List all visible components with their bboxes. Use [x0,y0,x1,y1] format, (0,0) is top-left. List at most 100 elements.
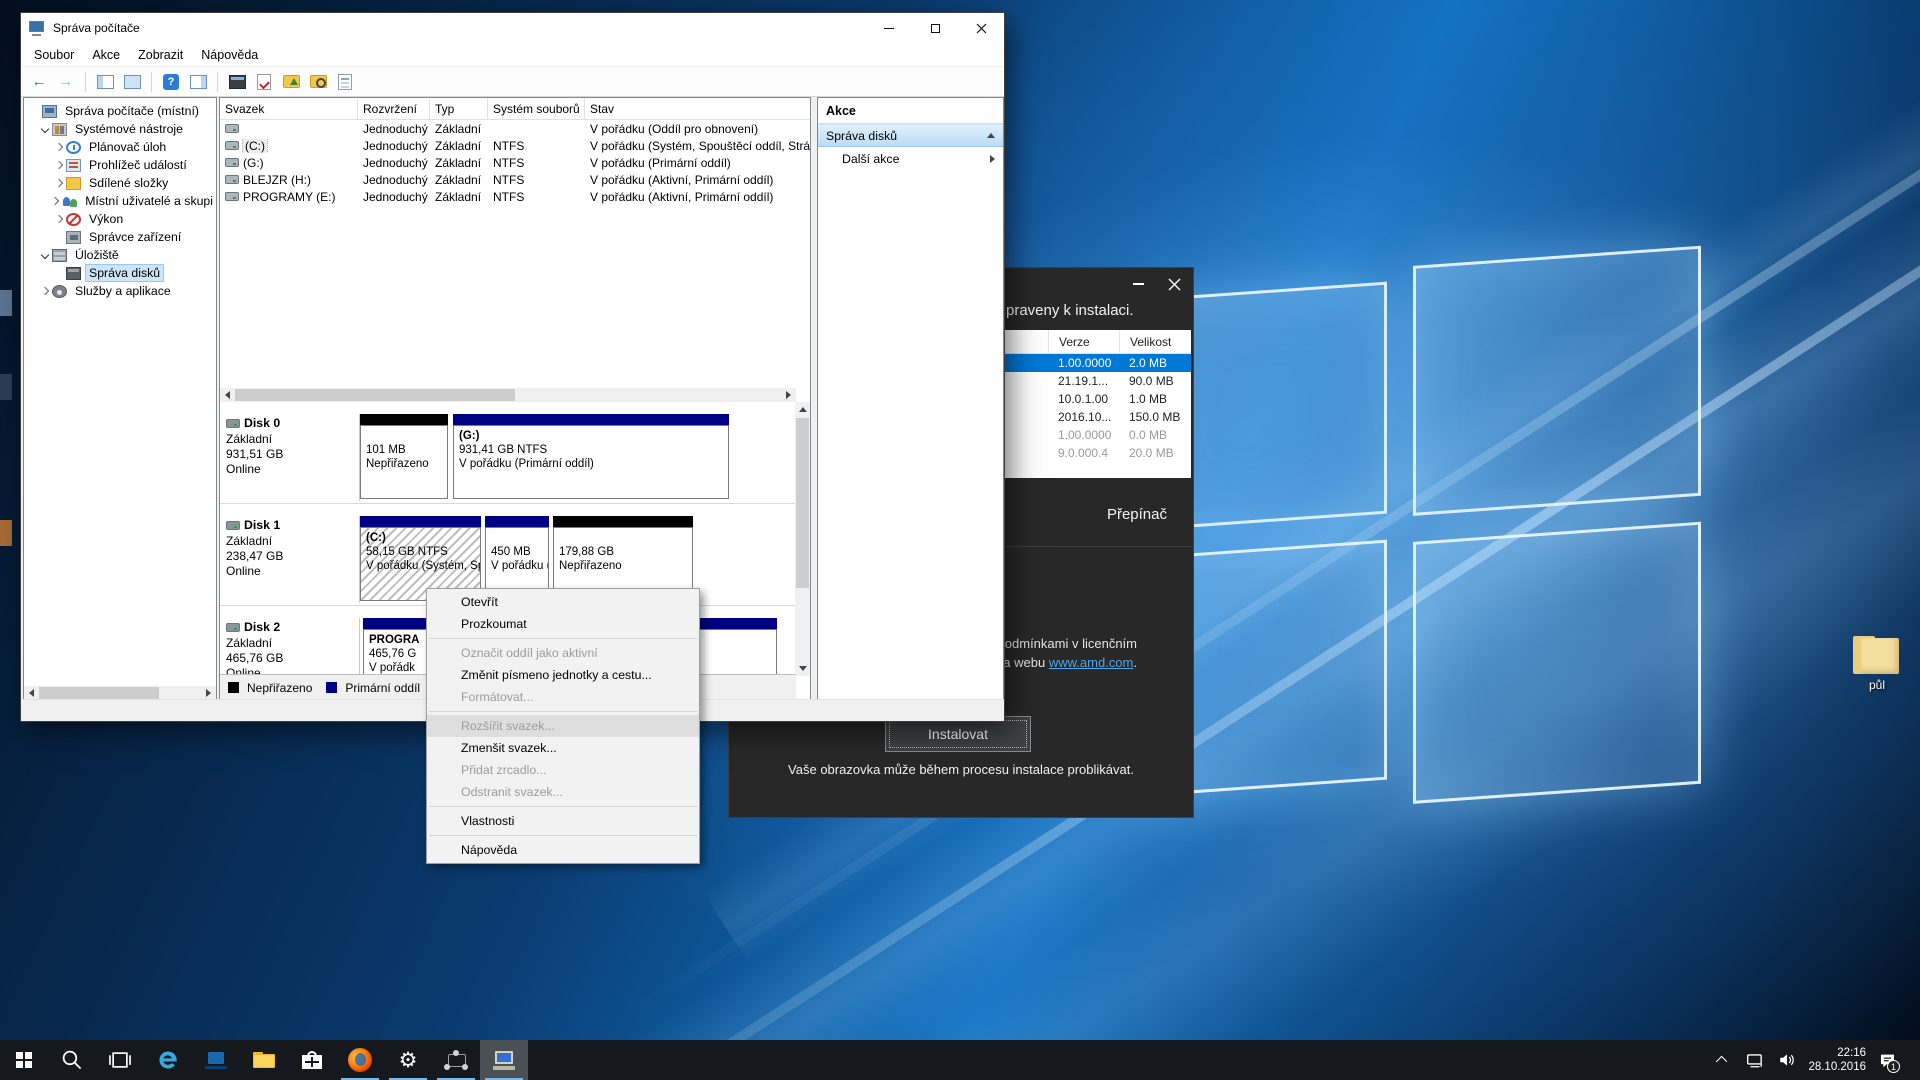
volume-tray-button[interactable] [1776,1040,1798,1080]
chevron-down-icon[interactable] [41,251,49,259]
taskbar: ⚙ 22:16 28.10. [0,1040,1920,1080]
pc-app-button[interactable] [192,1040,240,1080]
tree-item-device-manager[interactable]: Správce zařízení [24,228,216,246]
col-stav[interactable]: Stav [585,98,810,119]
installer-minimize-button[interactable] [1127,274,1149,294]
volume-row[interactable]: JednoduchýZákladní V pořádku (Oddíl pro … [220,120,810,137]
partition-context-menu: Otevřít Prozkoumat Označit oddíl jako ak… [426,588,700,864]
maximize-button[interactable] [912,13,958,43]
tree-item-system-tools[interactable]: Systémové nástroje [24,120,216,138]
tree-item-shared-folders[interactable]: Sdílené složky [24,174,216,192]
action-center-button[interactable]: 1 [1876,1040,1898,1080]
start-button[interactable] [0,1040,48,1080]
amd-website-link[interactable]: www.amd.com [1049,655,1134,670]
installer-close-icon[interactable] [1163,274,1185,294]
volume-row[interactable]: (G:) JednoduchýZákladní NTFSV pořádku (P… [220,154,810,171]
scrollbar-thumb[interactable] [796,418,809,588]
tree-item-storage[interactable]: Úložiště [24,246,216,264]
disk0-label[interactable]: Disk 0 Základní 931,51 GB Online [224,414,360,501]
partition-unallocated[interactable]: 101 MB Nepřiřazeno [360,414,448,499]
chevron-right-icon[interactable] [55,161,63,169]
chevron-right-icon[interactable] [55,215,63,223]
tree-horizontal-scrollbar[interactable] [24,686,216,700]
tree-item-local-users[interactable]: Místní uživatelé a skupi [24,192,216,210]
menu-item-otevrit[interactable]: Otevřít [427,591,699,613]
menu-bar: Soubor Akce Zobrazit Nápověda [21,43,1004,67]
collapse-icon[interactable] [987,133,995,138]
firefox-button[interactable] [336,1040,384,1080]
store-button[interactable] [288,1040,336,1080]
col-system-souboru[interactable]: Systém souborů [488,98,585,119]
menu-item-zmensit-svazek[interactable]: Zmenšit svazek... [427,737,699,759]
tree-item-root[interactable]: Správa počítače (místní) [24,102,216,120]
actions-group-disk-management[interactable]: Správa disků [818,124,1003,147]
disk-vertical-scrollbar[interactable] [795,402,810,676]
menu-akce[interactable]: Akce [83,45,129,65]
network-tray-button[interactable] [1744,1040,1766,1080]
desktop-folder[interactable]: půl [1842,636,1912,692]
console-button[interactable] [225,70,249,94]
volume-row[interactable]: BLEJZR (H:) JednoduchýZákladní NTFSV poř… [220,171,810,188]
edge-button[interactable] [144,1040,192,1080]
scrollbar-thumb[interactable] [39,687,159,699]
properties-button[interactable] [333,70,357,94]
col-typ[interactable]: Typ [430,98,488,119]
disk1-label[interactable]: Disk 1 Základní 238,47 GB Online [224,516,360,603]
menu-item-formatovat: Formátovat... [427,686,699,708]
folder-search-button[interactable] [306,70,330,94]
tree-item-services[interactable]: Služby a aplikace [24,282,216,300]
menu-soubor[interactable]: Soubor [25,45,83,65]
menu-item-zmenit-pismeno[interactable]: Změnit písmeno jednotky a cestu... [427,664,699,686]
close-button[interactable] [958,13,1004,43]
chevron-right-icon[interactable] [41,287,49,295]
menu-napoveda[interactable]: Nápověda [192,45,267,65]
tree-item-task-scheduler[interactable]: Plánovač úloh [24,138,216,156]
forward-button[interactable]: → [54,70,78,94]
menu-item-pridat-zrcadlo: Přidat zrcadlo... [427,759,699,781]
chevron-right-icon[interactable] [55,179,63,187]
desktop-icon-fragment[interactable] [0,374,12,400]
chevron-right-icon[interactable] [55,143,63,151]
computer-management-taskbar-button[interactable] [480,1040,528,1080]
volume-horizontal-scrollbar[interactable] [220,388,796,402]
file-explorer-button[interactable] [240,1040,288,1080]
check-disk-button[interactable] [252,70,276,94]
task-scheduler-icon [66,141,81,154]
minimize-button[interactable] [866,13,912,43]
col-rozvrzeni[interactable]: Rozvržení [358,98,430,119]
volume-row[interactable]: (C:) JednoduchýZákladní NTFSV pořádku (S… [220,137,810,154]
tree-item-event-viewer[interactable]: Prohlížeč událostí [24,156,216,174]
chevron-down-icon[interactable] [41,125,49,133]
menu-item-prozkoumat[interactable]: Prozkoumat [427,613,699,635]
tray-overflow-button[interactable] [1712,1040,1734,1080]
title-bar[interactable]: Správa počítače [21,13,1004,43]
windows-logo-pane [1413,522,1701,804]
disk2-label[interactable]: Disk 2 Základní 465,76 GB Online [224,618,360,674]
help-button[interactable]: ? [159,70,183,94]
menu-separator [429,835,697,836]
menu-item-vlastnosti[interactable]: Vlastnosti [427,810,699,832]
settings-button[interactable]: ⚙ [384,1040,432,1080]
show-tree-button[interactable] [93,70,117,94]
menu-item-napoveda[interactable]: Nápověda [427,839,699,861]
chevron-right-icon[interactable] [51,197,59,205]
windows-logo-icon [16,1052,32,1068]
amd-radeon-button[interactable] [432,1040,480,1080]
scrollbar-thumb[interactable] [235,389,515,401]
list-view-button[interactable] [120,70,144,94]
tree-item-performance[interactable]: Výkon [24,210,216,228]
actions-more[interactable]: Další akce [818,147,1003,170]
folder-up-button[interactable] [279,70,303,94]
col-svazek[interactable]: Svazek [220,98,358,119]
task-view-button[interactable] [96,1040,144,1080]
desktop-icon-fragment[interactable] [0,290,12,316]
back-button[interactable]: ← [27,70,51,94]
taskbar-clock[interactable]: 22:16 28.10.2016 [1808,1046,1866,1074]
show-actions-button[interactable] [186,70,210,94]
desktop-icon-fragment[interactable] [0,520,12,546]
tree-item-disk-management[interactable]: Správa disků [24,264,216,282]
volume-row[interactable]: PROGRAMY (E:) JednoduchýZákladní NTFSV p… [220,188,810,205]
menu-zobrazit[interactable]: Zobrazit [129,45,192,65]
search-button[interactable] [48,1040,96,1080]
partition-g[interactable]: (G:) 931,41 GB NTFS V pořádku (Primární … [453,414,729,499]
